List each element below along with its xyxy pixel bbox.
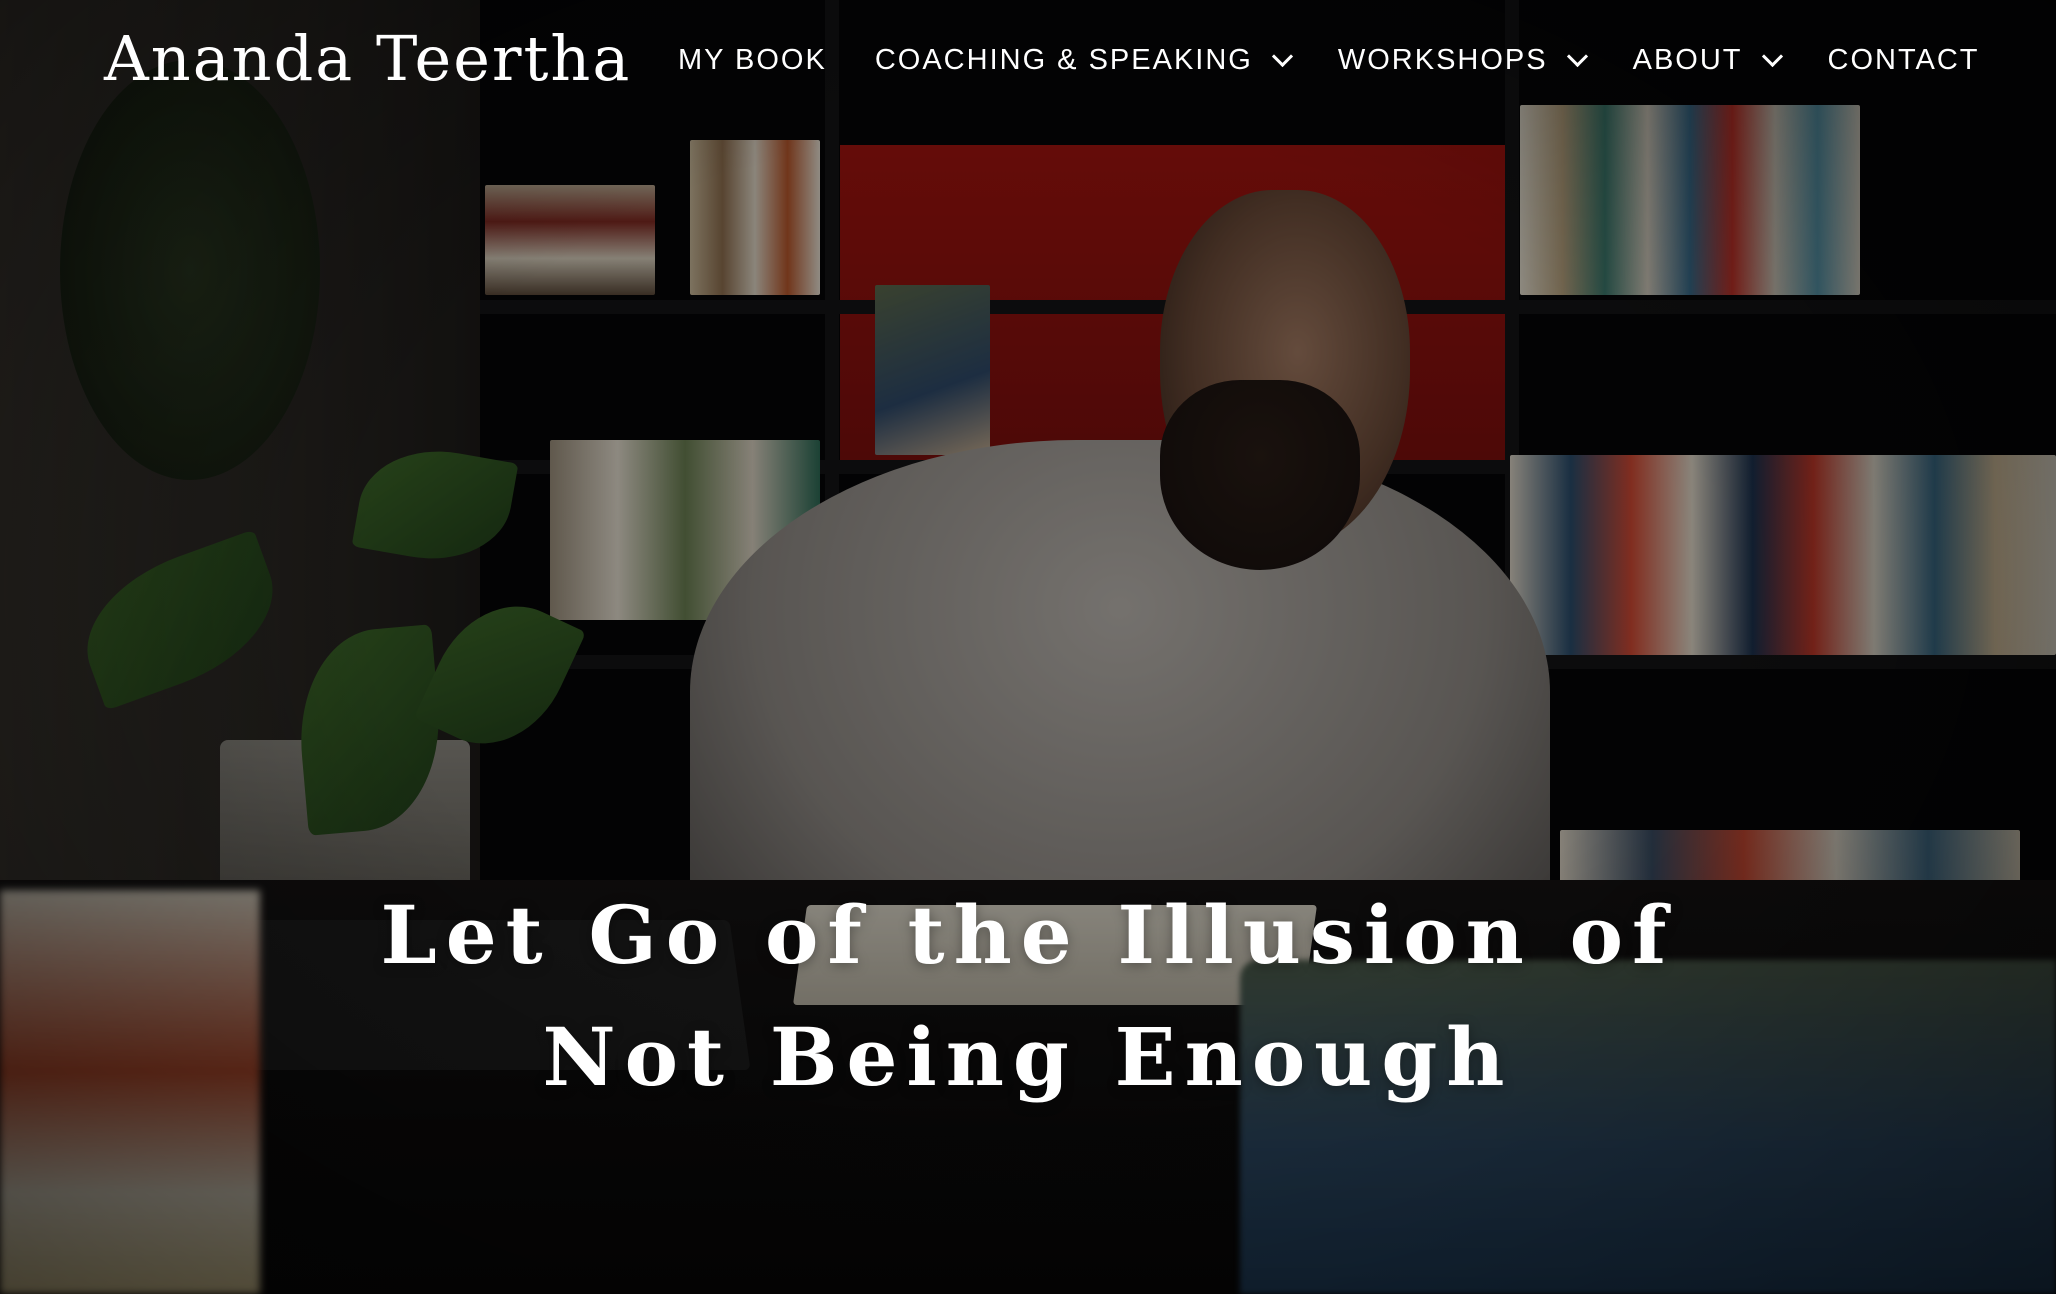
nav-item-contact[interactable]: CONTACT	[1828, 44, 1980, 77]
nav-item-about[interactable]: ABOUT	[1632, 44, 1783, 77]
nav-item-label: COACHING & SPEAKING	[874, 44, 1253, 76]
chevron-down-icon[interactable]	[1761, 45, 1783, 68]
chevron-down-icon[interactable]	[1271, 45, 1293, 68]
hero-headline: Let Go of the Illusion of Not Being Enou…	[0, 874, 2056, 1118]
hero-headline-line-2: Not Being Enough	[542, 1009, 1514, 1104]
nav-item-label: MY BOOK	[678, 44, 827, 76]
site-header: Ananda Teertha MY BOOK COACHING & SPEAKI…	[0, 0, 2056, 130]
hero-headline-line-1: Let Go of the Illusion of	[380, 887, 1676, 982]
hero-section: Ananda Teertha MY BOOK COACHING & SPEAKI…	[0, 0, 2056, 1294]
site-title-link[interactable]: Ananda Teertha	[104, 22, 631, 95]
nav-item-label: CONTACT	[1827, 44, 1980, 76]
nav-item-coaching-speaking[interactable]: COACHING & SPEAKING	[874, 44, 1293, 77]
nav-item-my-book[interactable]: MY BOOK	[678, 44, 827, 77]
nav-item-workshops[interactable]: WORKSHOPS	[1337, 44, 1588, 77]
main-navigation: MY BOOK COACHING & SPEAKING WORKSHOPS AB…	[678, 44, 1980, 77]
chevron-down-icon[interactable]	[1566, 45, 1588, 68]
nav-item-label: ABOUT	[1632, 44, 1743, 76]
nav-item-label: WORKSHOPS	[1337, 44, 1548, 76]
